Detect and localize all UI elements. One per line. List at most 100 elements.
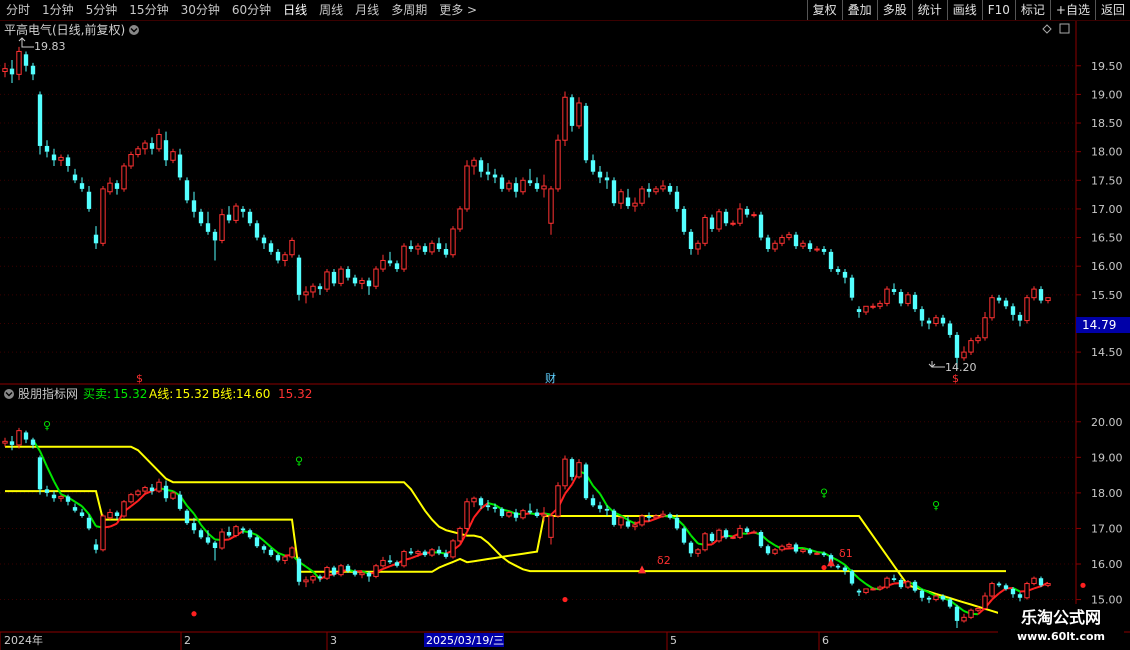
main-candles (2, 46, 1051, 370)
high-label: 19.83 (34, 40, 66, 53)
candle (926, 317, 932, 330)
candle (219, 528, 225, 550)
candle (520, 508, 526, 520)
date-label-jun: 6 (822, 634, 829, 647)
candle (912, 291, 918, 313)
watermark-url: www.60lt.com (1017, 630, 1105, 643)
a-line (5, 445, 1006, 573)
mm-line-segment (109, 522, 118, 528)
candle (1024, 581, 1030, 600)
candle (548, 514, 554, 545)
candle (968, 337, 974, 355)
candle (912, 580, 918, 593)
dividend-marker[interactable]: $ (136, 372, 143, 385)
candle (191, 191, 197, 218)
candle (16, 46, 22, 81)
candle (632, 197, 638, 212)
b-line (5, 490, 1048, 615)
candle (744, 206, 750, 218)
candle (772, 548, 778, 556)
candle (765, 544, 771, 556)
mm-line-segment (228, 534, 237, 541)
candle (569, 457, 575, 481)
signal-dot (562, 596, 568, 603)
price-axis-label: 17.00 (1091, 203, 1123, 216)
signal-dot (1080, 582, 1086, 588)
signal-dot (821, 564, 827, 571)
candle (464, 160, 470, 212)
candle (282, 555, 288, 564)
candle (548, 186, 554, 235)
candle (590, 494, 596, 508)
candle (387, 555, 393, 564)
candle (975, 334, 981, 344)
candle (933, 314, 939, 327)
candle (625, 188, 631, 209)
indicator-grid (0, 421, 1076, 601)
candle (219, 208, 225, 244)
candle (107, 508, 113, 520)
candle (688, 228, 694, 255)
candle (492, 168, 498, 184)
candle (296, 556, 302, 586)
finance-marker[interactable]: 财 (545, 371, 556, 385)
candle (646, 183, 652, 198)
candle (884, 286, 890, 307)
indicator-legend: 股朋指标网 买卖: 15.32 A线: 15.32 B线: 14.60 15.3… (18, 386, 312, 401)
candle (359, 277, 365, 290)
female-signal-icon: ♀ (932, 499, 940, 512)
stock-chart[interactable]: 平高电气(日线,前复权) 19.50 19.00 18.50 18.00 17.50 17… (0, 0, 1130, 650)
a-label: A线: (149, 387, 173, 401)
candle (1003, 297, 1009, 310)
candle (723, 528, 729, 540)
candle (1024, 294, 1030, 324)
candle (184, 177, 190, 204)
candle (527, 168, 533, 187)
mm-line-segment (46, 466, 55, 482)
maximize-icon[interactable] (1059, 23, 1070, 34)
price-axis-label: 14.50 (1091, 346, 1123, 359)
candle (415, 243, 421, 255)
diamond-icon[interactable] (1042, 24, 1052, 34)
candle (401, 243, 407, 272)
candle (380, 556, 386, 568)
candle (562, 91, 568, 146)
candle (961, 613, 967, 623)
candle (555, 482, 561, 518)
candle (212, 540, 218, 561)
candle (114, 180, 120, 195)
candle (849, 274, 855, 301)
candle (856, 306, 862, 318)
candle (254, 220, 260, 241)
extra-value: 15.32 (278, 387, 312, 401)
candle (786, 542, 792, 548)
candle (317, 574, 323, 582)
candle (471, 157, 477, 175)
candle (275, 249, 281, 264)
candle (639, 186, 645, 207)
candle (303, 286, 309, 304)
candle (247, 528, 253, 540)
candle (989, 294, 995, 321)
candle (891, 574, 897, 582)
candle (170, 491, 176, 500)
dividend-marker-2[interactable]: $ (952, 372, 959, 385)
candle (786, 231, 792, 241)
indicator-axis-label: 16.00 (1091, 558, 1123, 571)
candle (611, 508, 617, 527)
candle (373, 564, 379, 579)
candle (261, 234, 267, 250)
candle (366, 277, 372, 295)
candle (709, 214, 715, 232)
indicator-dropdown-icon[interactable] (4, 389, 14, 399)
mm-line-segment (648, 517, 657, 523)
candle (772, 240, 778, 252)
dropdown-icon[interactable] (129, 25, 139, 35)
candle (72, 503, 78, 513)
candle (9, 436, 15, 451)
candle (72, 168, 78, 184)
candle (877, 300, 883, 310)
price-axis-label: 16.50 (1091, 232, 1123, 245)
price-axis-label: 18.00 (1091, 146, 1123, 159)
candle (79, 508, 85, 518)
